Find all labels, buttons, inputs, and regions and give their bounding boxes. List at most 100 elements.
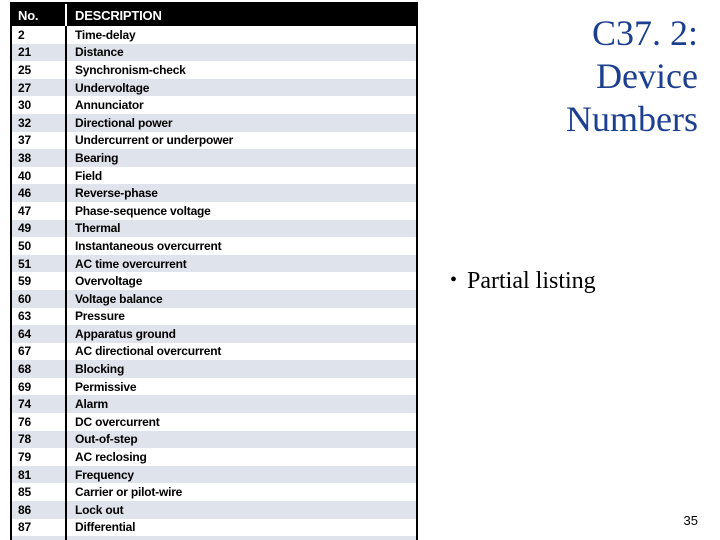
cell-no: 63	[12, 308, 67, 326]
table-row: 40Field	[12, 167, 416, 185]
cell-desc: Undercurrent or underpower	[67, 132, 416, 150]
table-row: 50Instantaneous overcurrent	[12, 237, 416, 255]
cell-no: 86	[12, 501, 67, 519]
table-row: 27Undervoltage	[12, 79, 416, 97]
cell-no: 76	[12, 413, 67, 431]
cell-no: 21	[12, 44, 67, 62]
cell-desc: AC directional overcurrent	[67, 343, 416, 361]
table-row: 69Permissive	[12, 378, 416, 396]
cell-no: 25	[12, 61, 67, 79]
cell-desc: Lock out	[67, 501, 416, 519]
table-row: 60Voltage balance	[12, 290, 416, 308]
table-row: 47Phase-sequence voltage	[12, 202, 416, 220]
table-row: 94Tripping	[12, 536, 416, 540]
cell-desc: Annunciator	[67, 96, 416, 114]
cell-desc: Alarm	[67, 395, 416, 413]
cell-desc: Voltage balance	[67, 290, 416, 308]
cell-desc: Undervoltage	[67, 79, 416, 97]
cell-desc: Distance	[67, 44, 416, 62]
table-row: 64Apparatus ground	[12, 325, 416, 343]
cell-no: 67	[12, 343, 67, 361]
device-table: No. DESCRIPTION 2Time-delay21Distance25S…	[10, 2, 418, 540]
title-line-1: C37. 2:	[448, 12, 698, 55]
cell-no: 69	[12, 378, 67, 396]
cell-no: 27	[12, 79, 67, 97]
cell-no: 47	[12, 202, 67, 220]
table-row: 38Bearing	[12, 149, 416, 167]
cell-no: 59	[12, 272, 67, 290]
table-row: 21Distance	[12, 44, 416, 62]
cell-no: 46	[12, 184, 67, 202]
table-row: 51AC time overcurrent	[12, 255, 416, 273]
title-line-3: Numbers	[448, 98, 698, 141]
cell-no: 68	[12, 360, 67, 378]
table-row: 2Time-delay	[12, 26, 416, 44]
bullet-item: • Partial listing	[450, 268, 596, 295]
cell-no: 74	[12, 395, 67, 413]
cell-desc: Overvoltage	[67, 272, 416, 290]
cell-no: 37	[12, 132, 67, 150]
cell-no: 64	[12, 325, 67, 343]
cell-desc: Out-of-step	[67, 431, 416, 449]
table-row: 68Blocking	[12, 360, 416, 378]
cell-desc: Field	[67, 167, 416, 185]
table-row: 59Overvoltage	[12, 272, 416, 290]
table-row: 76DC overcurrent	[12, 413, 416, 431]
cell-desc: Tripping	[67, 536, 416, 540]
cell-no: 32	[12, 114, 67, 132]
title-line-2: Device	[448, 55, 698, 98]
slide: No. DESCRIPTION 2Time-delay21Distance25S…	[0, 0, 720, 540]
cell-desc: Reverse-phase	[67, 184, 416, 202]
table-row: 79AC reclosing	[12, 448, 416, 466]
cell-no: 49	[12, 220, 67, 238]
cell-desc: Frequency	[67, 466, 416, 484]
cell-no: 79	[12, 448, 67, 466]
table-row: 85Carrier or pilot-wire	[12, 483, 416, 501]
cell-desc: DC overcurrent	[67, 413, 416, 431]
cell-no: 38	[12, 149, 67, 167]
cell-desc: Blocking	[67, 360, 416, 378]
cell-no: 85	[12, 483, 67, 501]
table-row: 74Alarm	[12, 395, 416, 413]
cell-desc: Synchronism-check	[67, 61, 416, 79]
cell-desc: Directional power	[67, 114, 416, 132]
cell-no: 50	[12, 237, 67, 255]
slide-title: C37. 2: Device Numbers	[448, 12, 698, 142]
cell-no: 2	[12, 26, 67, 44]
bullet-icon: •	[450, 269, 457, 292]
cell-no: 30	[12, 96, 67, 114]
header-no: No.	[12, 4, 67, 26]
page-number: 35	[684, 513, 698, 528]
cell-desc: Permissive	[67, 378, 416, 396]
cell-desc: AC reclosing	[67, 448, 416, 466]
header-desc: DESCRIPTION	[67, 4, 416, 26]
cell-no: 81	[12, 466, 67, 484]
table-row: 25Synchronism-check	[12, 61, 416, 79]
cell-desc: Apparatus ground	[67, 325, 416, 343]
table-row: 32Directional power	[12, 114, 416, 132]
table-row: 30Annunciator	[12, 96, 416, 114]
table-row: 87Differential	[12, 519, 416, 537]
cell-no: 78	[12, 431, 67, 449]
table-row: 78Out-of-step	[12, 431, 416, 449]
table-row: 86Lock out	[12, 501, 416, 519]
bullet-text: Partial listing	[467, 268, 596, 294]
cell-no: 51	[12, 255, 67, 273]
cell-desc: AC time overcurrent	[67, 255, 416, 273]
cell-desc: Instantaneous overcurrent	[67, 237, 416, 255]
cell-desc: Bearing	[67, 149, 416, 167]
table-row: 37Undercurrent or underpower	[12, 132, 416, 150]
cell-desc: Phase-sequence voltage	[67, 202, 416, 220]
table-row: 49Thermal	[12, 220, 416, 238]
cell-no: 94	[12, 536, 67, 540]
table-header-row: No. DESCRIPTION	[12, 4, 416, 26]
cell-desc: Differential	[67, 519, 416, 537]
cell-desc: Thermal	[67, 220, 416, 238]
table-row: 63Pressure	[12, 308, 416, 326]
cell-desc: Carrier or pilot-wire	[67, 483, 416, 501]
cell-no: 87	[12, 519, 67, 537]
cell-desc: Pressure	[67, 308, 416, 326]
cell-no: 60	[12, 290, 67, 308]
cell-no: 40	[12, 167, 67, 185]
table-row: 81Frequency	[12, 466, 416, 484]
